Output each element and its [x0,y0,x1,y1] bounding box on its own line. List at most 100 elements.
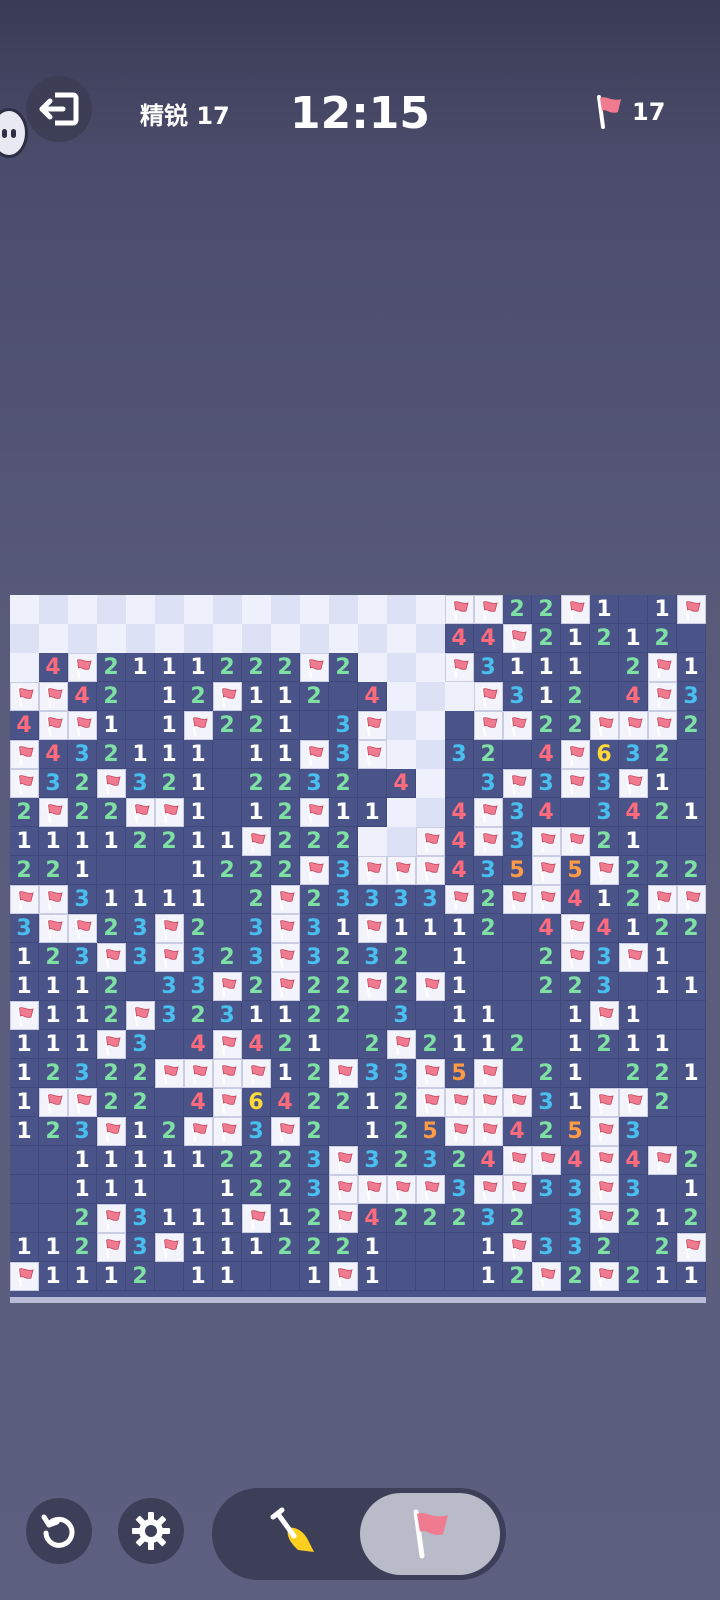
flag-cell[interactable] [619,943,648,972]
number-cell[interactable]: 1 [590,885,619,914]
empty-cell[interactable] [358,1001,387,1030]
empty-cell[interactable] [445,711,474,740]
unrevealed-cell[interactable] [155,595,184,624]
number-cell[interactable]: 5 [561,1117,590,1146]
flag-cell[interactable] [271,1117,300,1146]
number-cell[interactable]: 2 [39,1059,68,1088]
flag-cell[interactable] [416,1175,445,1204]
flag-cell[interactable] [619,1088,648,1117]
flag-cell[interactable] [474,1175,503,1204]
number-cell[interactable]: 1 [387,914,416,943]
number-cell[interactable]: 1 [97,1262,126,1291]
number-cell[interactable]: 1 [648,1204,677,1233]
number-cell[interactable]: 1 [242,1001,271,1030]
flag-cell[interactable] [445,1117,474,1146]
number-cell[interactable]: 1 [97,1146,126,1175]
dig-mode-button[interactable] [236,1494,356,1574]
number-cell[interactable]: 3 [358,1059,387,1088]
flag-cell[interactable] [532,1146,561,1175]
empty-cell[interactable] [619,595,648,624]
empty-cell[interactable] [532,1001,561,1030]
unrevealed-cell[interactable] [300,624,329,653]
flag-cell[interactable] [387,1175,416,1204]
empty-cell[interactable] [126,972,155,1001]
number-cell[interactable]: 2 [474,914,503,943]
number-cell[interactable]: 2 [677,711,706,740]
flag-cell[interactable] [416,856,445,885]
number-cell[interactable]: 1 [97,1175,126,1204]
number-cell[interactable]: 1 [561,1088,590,1117]
flag-cell[interactable] [445,1088,474,1117]
number-cell[interactable]: 2 [503,1204,532,1233]
number-cell[interactable]: 4 [445,827,474,856]
empty-cell[interactable] [155,1088,184,1117]
empty-cell[interactable] [242,1262,271,1291]
empty-cell[interactable] [271,1262,300,1291]
empty-cell[interactable] [677,769,706,798]
number-cell[interactable]: 3 [68,885,97,914]
unrevealed-cell[interactable] [97,624,126,653]
empty-cell[interactable] [39,1146,68,1175]
flag-cell[interactable] [358,740,387,769]
empty-cell[interactable] [561,798,590,827]
number-cell[interactable]: 2 [503,1262,532,1291]
flag-cell[interactable] [155,914,184,943]
flag-cell[interactable] [68,1088,97,1117]
number-cell[interactable]: 2 [39,1117,68,1146]
number-cell[interactable]: 2 [387,1204,416,1233]
empty-cell[interactable] [590,682,619,711]
number-cell[interactable]: 2 [271,1146,300,1175]
flag-cell[interactable] [474,711,503,740]
number-cell[interactable]: 1 [184,1146,213,1175]
number-cell[interactable]: 4 [619,798,648,827]
unrevealed-cell[interactable] [68,624,97,653]
unrevealed-cell[interactable] [300,595,329,624]
number-cell[interactable]: 1 [184,1233,213,1262]
flag-cell[interactable] [532,885,561,914]
unrevealed-cell[interactable] [358,595,387,624]
number-cell[interactable]: 2 [300,1233,329,1262]
flag-cell[interactable] [300,740,329,769]
number-cell[interactable]: 1 [474,1233,503,1262]
number-cell[interactable]: 1 [561,653,590,682]
number-cell[interactable]: 2 [300,972,329,1001]
number-cell[interactable]: 2 [271,1030,300,1059]
empty-cell[interactable] [648,1001,677,1030]
number-cell[interactable]: 1 [10,1117,39,1146]
number-cell[interactable]: 1 [300,1030,329,1059]
empty-cell[interactable] [126,711,155,740]
flag-cell[interactable] [97,1030,126,1059]
flag-cell[interactable] [10,740,39,769]
number-cell[interactable]: 3 [68,1059,97,1088]
empty-cell[interactable] [677,943,706,972]
mode-toggle[interactable] [212,1488,506,1580]
empty-cell[interactable] [677,1088,706,1117]
number-cell[interactable]: 1 [561,624,590,653]
unrevealed-cell[interactable] [358,827,387,856]
number-cell[interactable]: 1 [126,653,155,682]
number-cell[interactable]: 1 [561,1059,590,1088]
flag-cell[interactable] [329,1175,358,1204]
number-cell[interactable]: 2 [445,1204,474,1233]
unrevealed-cell[interactable] [213,624,242,653]
number-cell[interactable]: 2 [648,1088,677,1117]
number-cell[interactable]: 1 [329,914,358,943]
number-cell[interactable]: 2 [300,1059,329,1088]
empty-cell[interactable] [39,1175,68,1204]
number-cell[interactable]: 1 [155,740,184,769]
number-cell[interactable]: 2 [271,769,300,798]
number-cell[interactable]: 3 [300,769,329,798]
number-cell[interactable]: 4 [445,856,474,885]
empty-cell[interactable] [416,1233,445,1262]
number-cell[interactable]: 3 [300,943,329,972]
flag-cell[interactable] [648,682,677,711]
number-cell[interactable]: 3 [561,1175,590,1204]
number-cell[interactable]: 4 [445,624,474,653]
flag-cell[interactable] [10,1001,39,1030]
number-cell[interactable]: 4 [184,1088,213,1117]
flag-cell[interactable] [503,1088,532,1117]
number-cell[interactable]: 1 [271,1001,300,1030]
number-cell[interactable]: 5 [416,1117,445,1146]
number-cell[interactable]: 1 [445,972,474,1001]
number-cell[interactable]: 1 [561,1001,590,1030]
